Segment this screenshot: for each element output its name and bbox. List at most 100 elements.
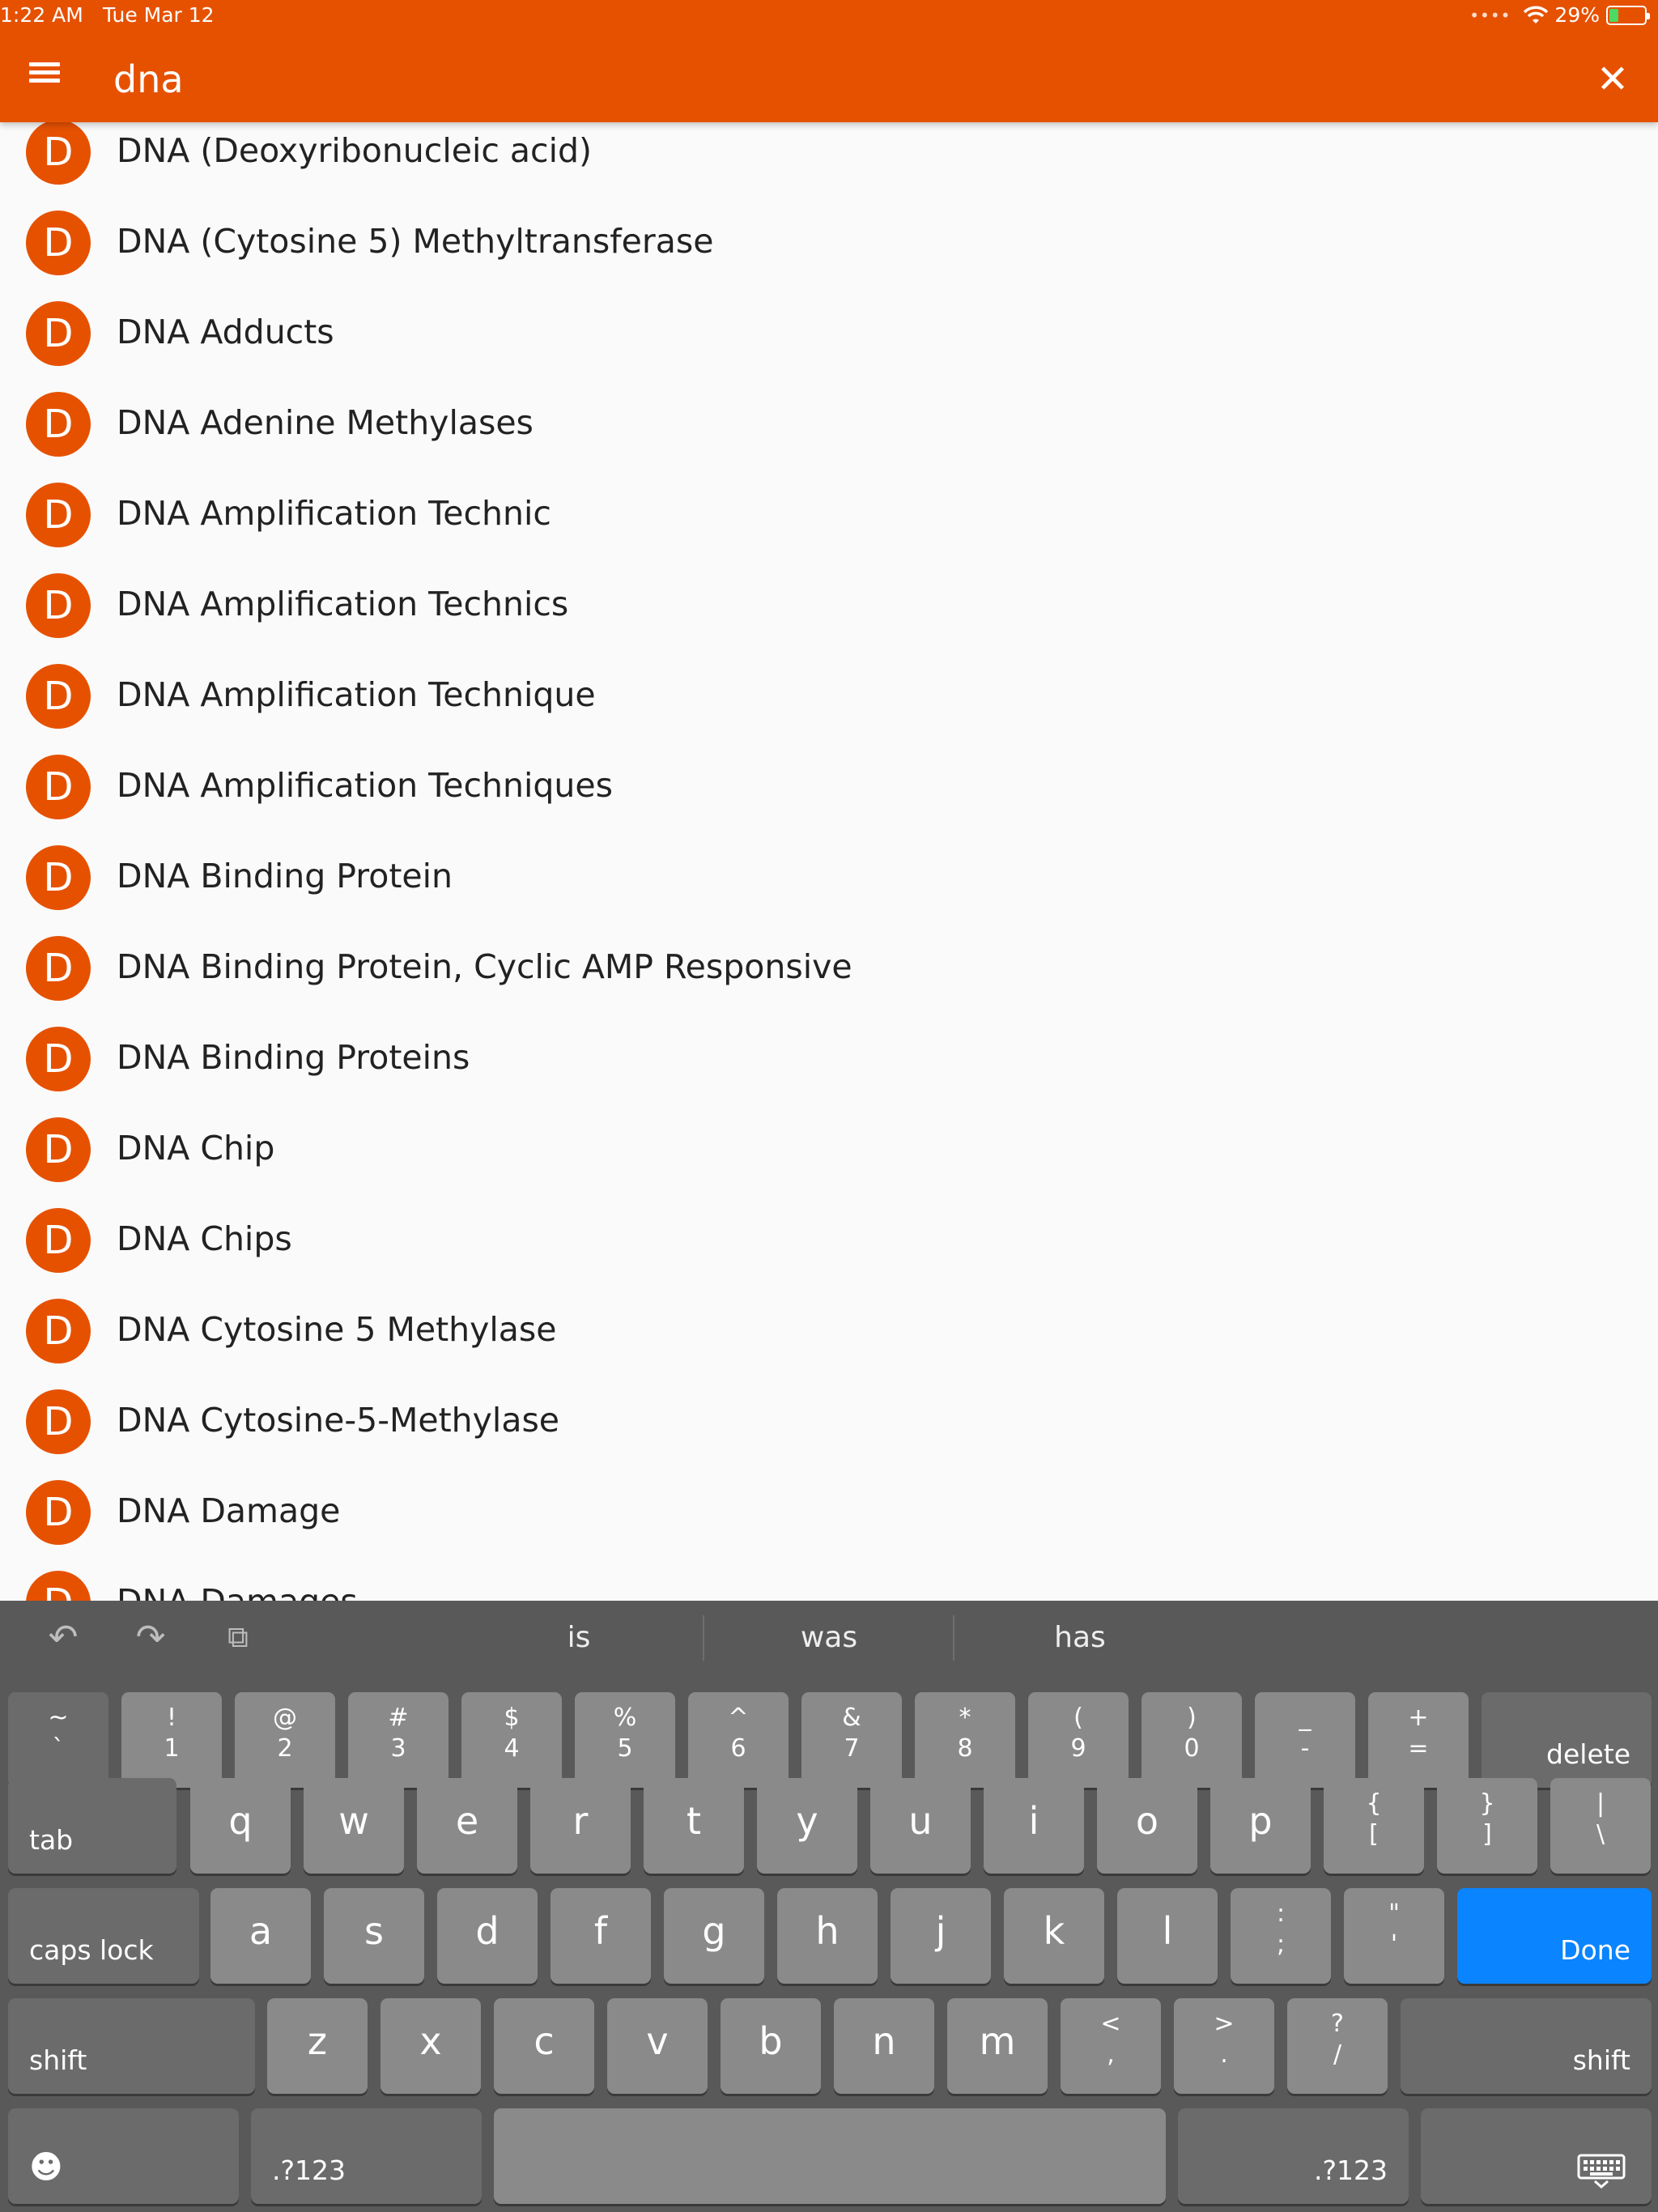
numbers-key-right[interactable]: .?123 xyxy=(1178,2108,1409,2204)
list-item[interactable]: D DNA (Cytosine 5) Methyltransferase xyxy=(0,198,1658,288)
numbers-key-left[interactable]: .?123 xyxy=(251,2108,482,2204)
key-letter[interactable]: c xyxy=(494,1998,594,2094)
redo-icon[interactable]: ↷ xyxy=(128,1615,173,1661)
key-letter[interactable]: o xyxy=(1097,1778,1197,1874)
key-symbol[interactable]: >. xyxy=(1174,1998,1274,2094)
key-letter[interactable]: b xyxy=(721,1998,821,2094)
delete-key[interactable]: delete xyxy=(1482,1692,1652,1788)
list-item[interactable]: D DNA Chips xyxy=(0,1195,1658,1286)
undo-icon[interactable]: ↶ xyxy=(40,1615,86,1661)
key-letter[interactable]: y xyxy=(757,1778,857,1874)
key-symbol[interactable]: {[ xyxy=(1324,1778,1424,1874)
key-letter[interactable]: f xyxy=(551,1888,651,1984)
key-symbol[interactable]: <, xyxy=(1061,1998,1161,2094)
key-shift-symbol: # xyxy=(388,1704,409,1732)
list-item[interactable]: D DNA Chip xyxy=(0,1104,1658,1195)
key-symbol-6[interactable]: ^ 6 xyxy=(688,1692,789,1788)
key-symbol-4[interactable]: $4 xyxy=(461,1692,562,1788)
signal-dots-icon: •••• xyxy=(1469,5,1511,25)
list-item[interactable]: D DNA (Deoxyribonucleic acid) xyxy=(0,122,1658,198)
list-item[interactable]: D DNA Adenine Methylases xyxy=(0,379,1658,470)
close-icon[interactable]: ✕ xyxy=(1590,57,1635,102)
key-letter-label: b xyxy=(759,2019,783,2063)
key-symbol-2[interactable]: @2 xyxy=(235,1692,335,1788)
key-symbol-3[interactable]: #3 xyxy=(348,1692,449,1788)
key-letter[interactable]: r xyxy=(530,1778,631,1874)
key-letter[interactable]: q xyxy=(190,1778,291,1874)
list-item[interactable]: D DNA Binding Proteins xyxy=(0,1014,1658,1104)
key-symbol: 6 xyxy=(730,1734,746,1763)
key-symbol-0[interactable]: ~ ` xyxy=(8,1692,108,1788)
key-symbol-8[interactable]: * 8 xyxy=(915,1692,1015,1788)
key-letter[interactable]: p xyxy=(1210,1778,1311,1874)
key-symbol-12[interactable]: + = xyxy=(1368,1692,1469,1788)
suggestion-1[interactable]: is xyxy=(453,1612,704,1664)
shift-key-left[interactable]: shift xyxy=(8,1998,255,2094)
list-item-avatar: D xyxy=(26,301,91,366)
caps-lock-key[interactable]: caps lock xyxy=(8,1888,199,1984)
key-letter[interactable]: w xyxy=(304,1778,404,1874)
key-symbol[interactable]: :; xyxy=(1231,1888,1331,1984)
list-item[interactable]: D DNA Cytosine 5 Methylase xyxy=(0,1286,1658,1376)
key-symbol: \ xyxy=(1596,1820,1605,1848)
key-symbol[interactable]: " ' xyxy=(1344,1888,1444,1984)
list-item-label: DNA Adenine Methylases xyxy=(117,403,534,442)
key-symbol-10[interactable]: ) 0 xyxy=(1141,1692,1242,1788)
list-item[interactable]: D DNA Binding Protein, Cyclic AMP Respons… xyxy=(0,923,1658,1014)
shift-key-right[interactable]: shift xyxy=(1401,1998,1652,2094)
key-letter[interactable]: z xyxy=(267,1998,368,2094)
list-item-label: DNA Adducts xyxy=(117,313,334,351)
key-symbol: = xyxy=(1408,1734,1429,1763)
list-item[interactable]: D DNA Amplification Technics xyxy=(0,560,1658,651)
key-letter[interactable]: x xyxy=(380,1998,481,2094)
list-item[interactable]: D DNA Adducts xyxy=(0,288,1658,379)
key-symbol[interactable]: | \ xyxy=(1550,1778,1651,1874)
hamburger-menu-icon[interactable] xyxy=(23,58,68,99)
space-key[interactable] xyxy=(494,2108,1166,2204)
list-item[interactable]: D DNA Amplification Technic xyxy=(0,470,1658,560)
key-letter[interactable]: n xyxy=(834,1998,934,2094)
key-letter[interactable]: a xyxy=(210,1888,311,1984)
suggestion-2[interactable]: was xyxy=(704,1612,954,1664)
list-item-avatar: D xyxy=(26,755,91,819)
key-symbol[interactable]: }] xyxy=(1437,1778,1537,1874)
key-letter[interactable]: u xyxy=(870,1778,971,1874)
key-symbol-11[interactable]: _ - xyxy=(1255,1692,1355,1788)
key-letter[interactable]: h xyxy=(777,1888,878,1984)
key-letter[interactable]: m xyxy=(947,1998,1048,2094)
key-letter[interactable]: d xyxy=(437,1888,538,1984)
tab-key-label: tab xyxy=(29,1824,74,1856)
key-letter[interactable]: v xyxy=(607,1998,708,2094)
key-symbol-7[interactable]: & 7 xyxy=(801,1692,902,1788)
key-letter-label: p xyxy=(1248,1799,1273,1843)
search-input[interactable] xyxy=(113,50,1490,108)
paste-icon[interactable]: ⧉ xyxy=(215,1615,261,1661)
list-item[interactable]: D DNA Cytosine-5-Methylase xyxy=(0,1376,1658,1467)
list-item[interactable]: D DNA Amplification Technique xyxy=(0,651,1658,742)
key-shift-symbol: ( xyxy=(1073,1704,1083,1732)
key-letter[interactable]: g xyxy=(664,1888,764,1984)
list-item[interactable]: D DNA Amplification Techniques xyxy=(0,742,1658,832)
key-symbol-1[interactable]: ! 1 xyxy=(121,1692,222,1788)
key-letter[interactable]: l xyxy=(1117,1888,1218,1984)
tab-key[interactable]: tab xyxy=(8,1778,176,1874)
key-letter[interactable]: j xyxy=(891,1888,991,1984)
done-key[interactable]: Done xyxy=(1457,1888,1652,1984)
key-letter[interactable]: k xyxy=(1004,1888,1104,1984)
key-symbol-9[interactable]: (9 xyxy=(1028,1692,1129,1788)
key-letter[interactable]: s xyxy=(324,1888,424,1984)
suggestion-3[interactable]: has xyxy=(954,1612,1205,1664)
key-symbol: / xyxy=(1333,2040,1342,2069)
keyboard-dismiss-key[interactable] xyxy=(1421,2108,1652,2204)
key-letter[interactable]: t xyxy=(644,1778,744,1874)
list-item-avatar: D xyxy=(26,1117,91,1182)
emoji-key[interactable]: ☻ xyxy=(8,2108,239,2204)
key-symbol-5[interactable]: % 5 xyxy=(575,1692,675,1788)
key-symbol: 7 xyxy=(844,1734,860,1763)
list-item[interactable]: D DNA Damage xyxy=(0,1467,1658,1558)
list-item[interactable]: D DNA Damages xyxy=(0,1558,1658,1601)
key-letter[interactable]: i xyxy=(984,1778,1084,1874)
key-symbol[interactable]: ? / xyxy=(1287,1998,1388,2094)
list-item[interactable]: D DNA Binding Protein xyxy=(0,832,1658,923)
key-letter[interactable]: e xyxy=(417,1778,517,1874)
